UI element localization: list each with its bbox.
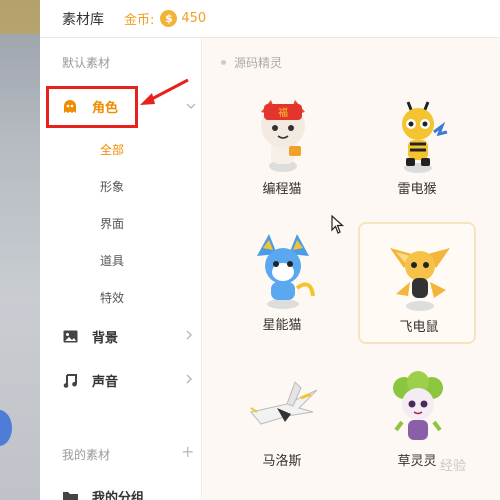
highlight-box [46, 86, 138, 128]
add-material-button[interactable]: + [181, 442, 194, 461]
flying-mouse-sprite [390, 248, 450, 311]
coding-cat-sprite: 福 [261, 100, 305, 172]
background-band [0, 0, 40, 34]
chevron-right-icon [186, 329, 193, 343]
music-note-icon [62, 372, 78, 388]
subitem-effects[interactable]: 特效 [100, 289, 124, 306]
folder-icon [62, 488, 78, 500]
character-card-selected[interactable]: 飞电鼠 [358, 222, 476, 344]
character-name: 飞电鼠 [399, 320, 439, 335]
background-window [0, 0, 40, 500]
coin-value: 450 [181, 11, 207, 26]
my-group-label: 我的分组 [92, 490, 145, 500]
coin-icon: $ [160, 10, 178, 27]
character-card[interactable]: 雷电猴 [358, 86, 476, 208]
svg-text:福: 福 [278, 106, 288, 119]
category-label: 声音 [92, 374, 119, 390]
subitem-image[interactable]: 形象 [100, 178, 124, 195]
thunder-monkey-sprite [402, 101, 448, 173]
character-card[interactable]: 马洛斯 [223, 358, 341, 480]
breadcrumb-label: 源码精灵 [234, 56, 283, 70]
coin-label: 金币: [124, 13, 155, 28]
subitem-interface[interactable]: 界面 [100, 215, 124, 232]
subitem-all[interactable]: 全部 [100, 141, 124, 158]
character-name: 编程猫 [262, 182, 302, 197]
breadcrumb: 源码精灵 [221, 54, 282, 71]
header: 素材库 金币: $ 450 [40, 0, 500, 38]
default-materials-title: 默认素材 [62, 56, 111, 70]
grass-spirit-sprite [393, 371, 443, 440]
character-name: 马洛斯 [262, 454, 302, 469]
chevron-right-icon [186, 373, 193, 387]
category-backgrounds[interactable]: 背景 [40, 321, 202, 351]
my-group[interactable]: 我的分组 [40, 481, 202, 500]
background-button [0, 410, 12, 446]
character-name: 雷电猴 [397, 182, 437, 197]
my-materials-title: 我的素材 [62, 448, 111, 462]
character-card[interactable]: 福 编程猫 [223, 86, 341, 208]
annotation-arrow [140, 78, 189, 105]
breadcrumb-dot [221, 60, 226, 65]
category-sounds[interactable]: 声音 [40, 365, 202, 395]
star-cat-sprite [257, 234, 315, 309]
mouse-cursor-icon [331, 215, 345, 234]
material-grid: 源码精灵 福 编程猫 雷电猴 星能猫 飞电鼠 马洛斯 草灵灵 [203, 38, 500, 500]
character-card[interactable]: 星能猫 [223, 222, 341, 344]
category-label: 背景 [92, 330, 119, 346]
character-name: 星能猫 [262, 318, 302, 333]
maros-sprite [250, 381, 318, 425]
subitem-props[interactable]: 道具 [100, 252, 124, 269]
page-title: 素材库 [62, 11, 104, 28]
watermark: 经验 [440, 459, 467, 474]
image-icon [62, 328, 78, 344]
